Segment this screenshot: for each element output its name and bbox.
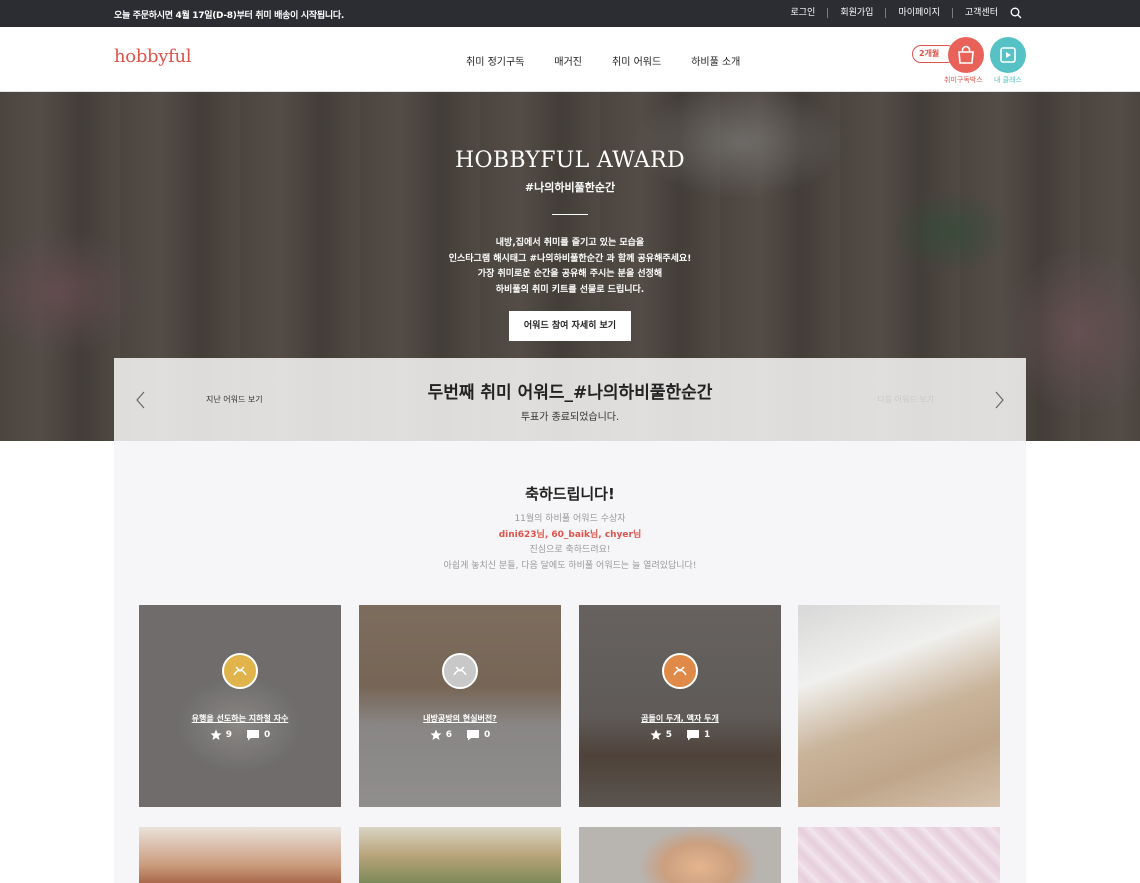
card-overlay: [139, 605, 341, 807]
shopping-bag-icon: [958, 45, 974, 64]
my-class-button[interactable]: [990, 37, 1026, 73]
award-card[interactable]: 내방공방의 현실버전? 6 0: [359, 605, 561, 807]
login-link[interactable]: 로그인: [779, 8, 828, 18]
search-icon[interactable]: [1010, 7, 1022, 19]
medal-icon: [442, 653, 478, 689]
hero-desc-line: 인스타그램 해시태그 #나의하비풀한순간 과 함께 공유해주세요!: [448, 253, 692, 264]
hero-desc-line: 하비풀의 취미 키트를 선물로 드립니다.: [495, 284, 645, 295]
card-photo: [798, 827, 1000, 883]
medal-icon: [222, 653, 258, 689]
comment-icon: [687, 730, 699, 741]
hero-description: 내방,집에서 취미를 즐기고 있는 모습을 인스타그램 해시태그 #나의하비풀한…: [0, 236, 1140, 298]
award-results-section: 축하드립니다! 11월의 하비풀 어워드 수상자 dini623님, 60_ba…: [114, 441, 1026, 883]
card-caption[interactable]: 곰돌이 두개, 액자 두개: [579, 713, 781, 724]
comment-icon: [247, 730, 259, 741]
delivery-notice: 오늘 주문하시면 4월 17일(D-8)부터 취미 배송이 시작됩니다.: [114, 11, 344, 21]
chevron-right-icon[interactable]: [992, 390, 1006, 410]
hero-hashtag: #나의하비풀한순간: [524, 181, 616, 194]
award-card-photo[interactable]: [139, 827, 341, 883]
top-links: 로그인 회원가입 마이페이지 고객센터: [779, 8, 1011, 18]
star-count: 6: [445, 730, 452, 740]
congrats-message: 진심으로 축하드려요!: [529, 545, 611, 555]
card-stats: 6 0: [359, 729, 561, 741]
card-caption[interactable]: 내방공방의 현실버전?: [359, 713, 561, 724]
comment-icon: [467, 730, 479, 741]
next-award-link[interactable]: 다음 어워드 보기: [877, 394, 934, 405]
play-icon: [1000, 47, 1016, 63]
my-class-label: 내 클래스: [994, 76, 1022, 84]
logo[interactable]: hobbyful: [114, 46, 192, 67]
winners-list: dini623님, 60_baik님, chyer님: [498, 530, 642, 540]
main-nav: 취미 정기구독 매거진 취미 어워드 하비풀 소개: [466, 53, 770, 68]
card-overlay: [359, 605, 561, 807]
nav-item-award[interactable]: 취미 어워드: [612, 53, 661, 68]
star-icon: [430, 729, 442, 740]
star-count: 9: [225, 730, 232, 740]
comment-count: 0: [484, 730, 491, 740]
award-navigator: 지난 어워드 보기 두번째 취미 어워드_#나의하비풀한순간 투표가 종료되었습…: [114, 358, 1026, 441]
award-card-photo[interactable]: [798, 605, 1000, 807]
card-photo: [798, 605, 1000, 807]
card-stats: 5 1: [579, 729, 781, 741]
award-card-photo[interactable]: [798, 827, 1000, 883]
card-caption[interactable]: 유행을 선도하는 지하철 자수: [139, 713, 341, 724]
nav-item-about[interactable]: 하비풀 소개: [691, 53, 740, 68]
star-icon: [210, 729, 222, 740]
hero-divider: [552, 214, 588, 215]
nav-item-magazine[interactable]: 매거진: [554, 53, 582, 68]
hero-desc-line: 내방,집에서 취미를 즐기고 있는 모습을: [495, 238, 645, 248]
winners-intro: 11월의 하비풀 어워드 수상자: [514, 514, 626, 524]
nav-item-subscription[interactable]: 취미 정기구독: [466, 53, 524, 68]
top-bar: 오늘 주문하시면 4월 17일(D-8)부터 취미 배송이 시작됩니다. 로그인…: [0, 0, 1140, 27]
site-header: hobbyful 취미 정기구독 매거진 취미 어워드 하비풀 소개 2개월 취…: [0, 27, 1140, 92]
award-status: 투표가 종료되었습니다.: [520, 412, 620, 423]
card-overlay: [579, 605, 781, 807]
star-count: 5: [665, 730, 672, 740]
card-stats: 9 0: [139, 729, 341, 741]
subscription-box-label: 취미구독박스: [944, 76, 983, 84]
award-card[interactable]: 곰돌이 두개, 액자 두개 5 1: [579, 605, 781, 807]
medal-icon: [662, 653, 698, 689]
customer-center-link[interactable]: 고객센터: [951, 8, 1010, 18]
signup-link[interactable]: 회원가입: [827, 8, 885, 18]
award-card-photo[interactable]: [579, 827, 781, 883]
hero-title: HOBBYFUL AWARD: [455, 148, 685, 173]
award-card[interactable]: 유행을 선도하는 지하철 자수 9 0: [139, 605, 341, 807]
comment-count: 0: [264, 730, 271, 740]
award-details-button[interactable]: 어워드 참여 자세히 보기: [509, 311, 631, 341]
card-photo: [359, 827, 561, 883]
award-card-photo[interactable]: [359, 827, 561, 883]
next-month-message: 아쉽게 놓치신 분들, 다음 달에도 하비풀 어워드는 늘 열려있답니다!: [443, 561, 697, 571]
star-icon: [650, 729, 662, 740]
comment-count: 1: [704, 730, 711, 740]
card-photo: [579, 827, 781, 883]
subscription-box-button[interactable]: [948, 37, 984, 73]
congrats-heading: 축하드립니다!: [525, 485, 615, 503]
card-photo: [139, 827, 341, 883]
hero-desc-line: 가장 취미로운 순간을 공유해 주시는 분을 선정해: [477, 269, 663, 279]
mypage-link[interactable]: 마이페이지: [885, 8, 951, 18]
